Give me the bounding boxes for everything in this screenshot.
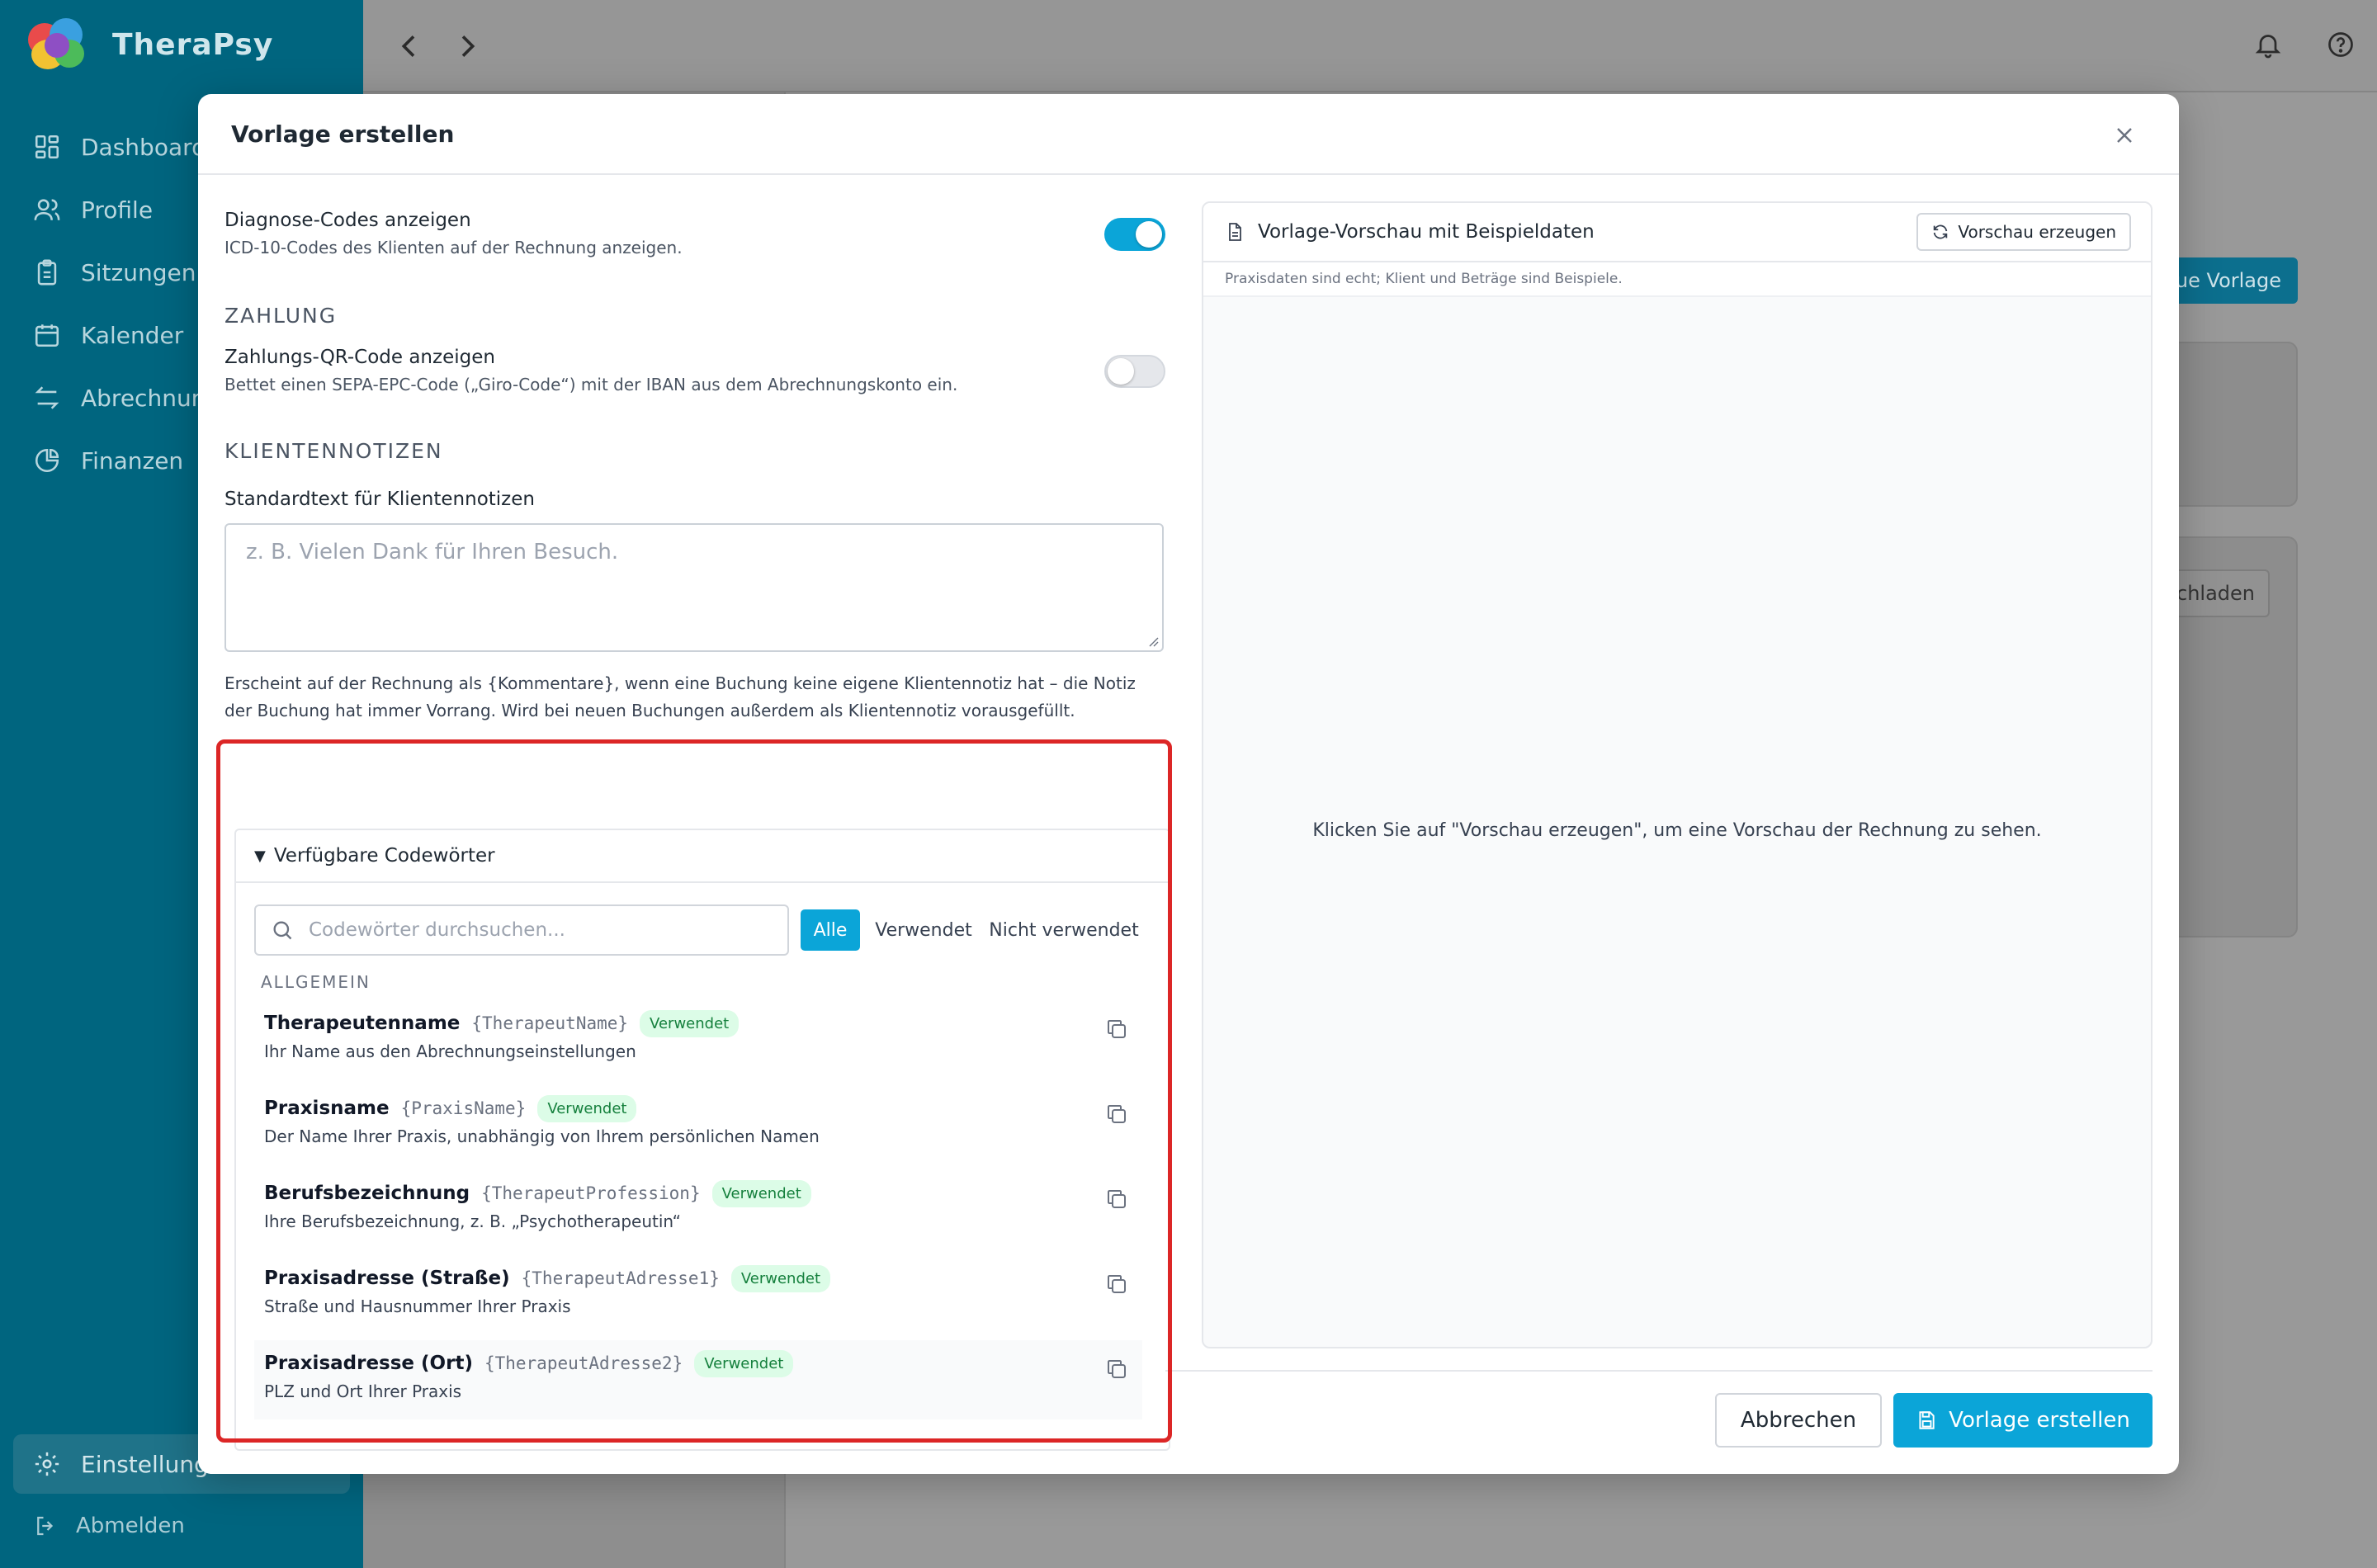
create-template-label: Vorlage erstellen [1949,1408,2130,1433]
dashboard-icon [35,135,59,159]
notes-label: Standardtext für Klientennotizen [224,489,535,510]
codeword-token: {TherapeutAdresse1} [521,1268,720,1288]
preview-title: Vorlage-Vorschau mit Beispieldaten [1258,221,1595,243]
modal-title: Vorlage erstellen [231,120,455,148]
preview-header: Vorlage-Vorschau mit Beispieldaten Vorsc… [1203,203,2151,262]
codewords-toggle[interactable]: ▼ Verfügbare Codewörter [236,830,1169,883]
modal-header: Vorlage erstellen [198,94,2179,175]
codeword-item: Praxisadresse (Straße) {TherapeutAdresse… [254,1255,1142,1338]
codeword-item: Therapeutenname {TherapeutName} Verwende… [254,1000,1142,1083]
close-icon[interactable] [2111,122,2138,149]
qr-desc: Bettet einen SEPA-EPC-Code („Giro-Code“)… [224,375,958,394]
payment-section-heading: ZAHLUNG [224,304,338,328]
logout-icon [37,1516,54,1536]
logout-label: Abmelden [76,1514,185,1538]
notes-help-text: Erscheint auf der Rechnung als {Kommenta… [224,673,1136,720]
filter-used[interactable]: Verwendet [872,909,976,951]
logout-button[interactable]: Abmelden [33,1505,185,1547]
create-template-modal: Vorlage erstellen Diagnose-Codes anzeige… [198,94,2179,1474]
codeword-name: Praxisname [264,1098,390,1119]
codeword-desc: Straße und Hausnummer Ihrer Praxis [264,1296,571,1316]
preview-subtitle: Praxisdaten sind echt; Klient und Beträg… [1203,262,2151,297]
codeword-desc: Ihre Berufsbezeichnung, z. B. „Psychothe… [264,1211,681,1231]
refresh-icon [1934,224,1948,239]
qr-setting: Zahlungs-QR-Code anzeigen Bettet einen S… [224,347,1165,394]
calendar-icon [35,324,59,347]
app-name: TheraPsy [112,27,274,62]
transfer-icon [35,386,59,409]
codeword-desc: PLZ und Ort Ihrer Praxis [264,1381,462,1401]
sidebar-item-label: Kalender [81,321,184,349]
pie-chart-icon [35,448,59,473]
cancel-button[interactable]: Abbrechen [1715,1393,1882,1448]
status-badge: Verwendet [537,1094,637,1122]
footer-divider [1165,1370,2153,1372]
forward-arrow-icon[interactable] [451,30,484,63]
preview-panel: Vorlage-Vorschau mit Beispieldaten Vorsc… [1202,201,2153,1348]
search-icon [273,921,292,940]
preview-empty-message: Klicken Sie auf "Vorschau erzeugen", um … [1312,820,2042,841]
notes-section-heading: KLIENTENNOTIZEN [224,439,443,463]
codeword-token: {TherapeutProfession} [481,1183,701,1203]
generate-preview-button[interactable]: Vorschau erzeugen [1916,213,2131,251]
codeword-item: Praxisname {PraxisName} Verwendet Der Na… [254,1085,1142,1168]
sidebar-item-label: Sitzungen [81,258,196,286]
status-badge: Verwendet [694,1349,794,1377]
codewords-panel: ▼ Verfügbare Codewörter Codewörter durch… [234,829,1170,1451]
sidebar-item-label: Finanzen [81,446,184,475]
codeword-name: Praxisadresse (Straße) [264,1268,510,1289]
codeword-item: Berufsbezeichnung {TherapeutProfession} … [254,1170,1142,1253]
brain-logo-icon [25,15,91,74]
diagnose-title: Diagnose-Codes anzeigen [224,210,471,231]
status-badge: Verwendet [640,1009,740,1037]
codeword-desc: Ihr Name aus den Abrechnungseinstellunge… [264,1041,636,1061]
bell-icon[interactable] [2253,30,2283,59]
status-badge: Verwendet [711,1179,811,1207]
document-icon [1229,223,1241,241]
notes-placeholder: z. B. Vielen Dank für Ihren Besuch. [246,540,619,564]
notes-textarea[interactable]: z. B. Vielen Dank für Ihren Besuch. [224,523,1164,652]
resize-grip-icon[interactable] [1146,634,1159,647]
clipboard-icon [37,259,57,286]
save-icon [1919,1411,1935,1429]
copy-icon[interactable] [1104,1357,1129,1381]
codewords-title: Verfügbare Codewörter [273,845,495,867]
codeword-name: Praxisadresse (Ort) [264,1353,473,1374]
codewords-list: Therapeutenname {TherapeutName} Verwende… [254,1000,1142,1419]
filter-all[interactable]: Alle [801,909,860,951]
group-label: ALLGEMEIN [261,972,371,992]
copy-icon[interactable] [1104,1272,1129,1296]
create-template-button[interactable]: Vorlage erstellen [1893,1393,2153,1448]
topbar [363,0,2377,92]
search-placeholder: Codewörter durchsuchen... [309,919,565,941]
diagnose-toggle[interactable] [1104,218,1165,251]
codeword-token: {PraxisName} [400,1098,527,1118]
back-arrow-icon[interactable] [393,30,426,63]
app-logo[interactable]: TheraPsy [25,15,273,74]
codeword-name: Berufsbezeichnung [264,1183,470,1204]
status-badge: Verwendet [730,1264,831,1292]
codeword-token: {TherapeutName} [471,1013,629,1033]
caret-down-icon: ▼ [254,847,266,865]
qr-title: Zahlungs-QR-Code anzeigen [224,347,495,368]
codeword-name: Therapeutenname [264,1013,461,1034]
help-icon[interactable] [2326,30,2356,59]
copy-icon[interactable] [1104,1017,1129,1041]
users-icon [34,199,60,220]
filter-unused[interactable]: Nicht verwendet [985,909,1142,951]
sidebar-item-label: Dashboard [81,133,206,161]
sidebar-item-label: Profile [81,196,154,224]
qr-toggle[interactable] [1104,355,1165,388]
codewords-search-input[interactable]: Codewörter durchsuchen... [254,904,789,956]
copy-icon[interactable] [1104,1102,1129,1126]
gear-icon [35,1452,59,1476]
copy-icon[interactable] [1104,1187,1129,1211]
diagnose-desc: ICD-10-Codes des Klienten auf der Rechnu… [224,238,683,257]
codeword-desc: Der Name Ihrer Praxis, unabhängig von Ih… [264,1126,820,1146]
codeword-token: {TherapeutAdresse2} [484,1353,683,1373]
generate-preview-label: Vorschau erzeugen [1958,222,2116,242]
diagnose-setting: Diagnose-Codes anzeigen ICD-10-Codes des… [224,210,1165,257]
codeword-item: Praxisadresse (Ort) {TherapeutAdresse2} … [254,1340,1142,1419]
